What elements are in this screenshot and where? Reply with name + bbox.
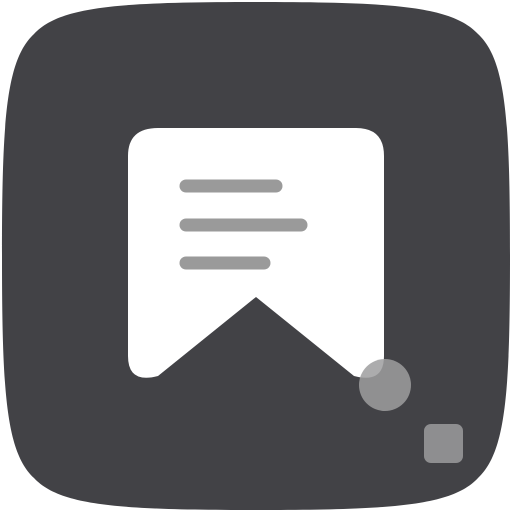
app-icon-graphic <box>2 2 510 510</box>
app-icon[interactable] <box>0 0 512 512</box>
circle-accent-icon <box>359 359 411 411</box>
square-accent-icon <box>424 424 463 463</box>
